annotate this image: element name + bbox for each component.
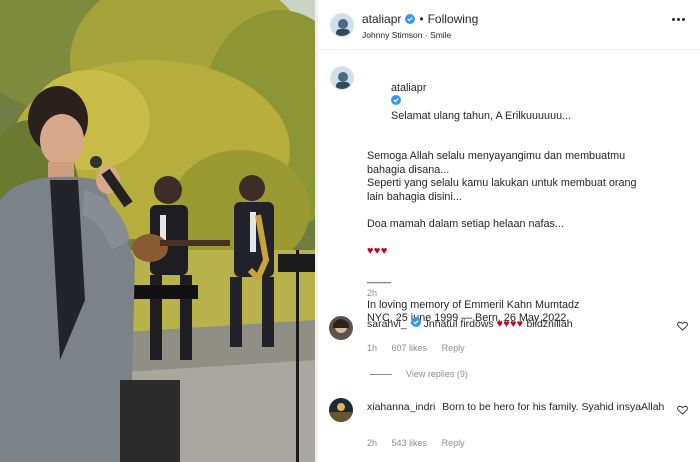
comment-hearts: ♥♥♥♥ xyxy=(496,318,524,330)
comment-time[interactable]: 2h xyxy=(367,438,377,448)
post-media[interactable] xyxy=(0,0,315,462)
caption-username[interactable]: ataliapr xyxy=(391,82,426,94)
author-line: ataliapr • Following xyxy=(362,12,478,26)
comment-text: sarahvi_ Jnnatul firdows ♥♥♥♥ biidznilla… xyxy=(367,317,667,331)
caption-rule: ____ xyxy=(367,271,392,284)
caption-timestamp[interactable]: 2h xyxy=(367,288,377,298)
view-replies-button[interactable]: View replies (9) xyxy=(370,369,468,379)
author-avatar[interactable] xyxy=(330,13,354,37)
caption-avatar[interactable] xyxy=(330,66,354,90)
comment-body: Jnnatul firdows xyxy=(423,318,494,330)
replies-line xyxy=(370,373,392,375)
verified-badge-icon xyxy=(410,317,421,327)
reply-button[interactable]: Reply xyxy=(442,438,465,448)
video-frame-image xyxy=(0,0,315,462)
caption-line: Doa mamah dalam setiap helaan nafas... xyxy=(367,217,564,230)
caption-line: bahagia disana... xyxy=(367,163,450,176)
verified-badge-icon xyxy=(405,14,416,24)
comment-likes[interactable]: 543 likes xyxy=(392,438,428,448)
audio-attribution[interactable]: Johnny Stimson · Smile xyxy=(362,30,451,40)
caption-line: lain bahagia disini... xyxy=(367,190,462,203)
comment-username[interactable]: sarahvi_ xyxy=(367,318,407,330)
following-button[interactable]: Following xyxy=(428,12,479,26)
comment-username[interactable]: xiahanna_indri xyxy=(367,401,435,413)
comment-meta: 1h 607 likes Reply xyxy=(367,343,477,353)
caption-line: Semoga Allah selalu menyayangimu dan mem… xyxy=(367,150,626,162)
view-replies-label: View replies (9) xyxy=(406,369,468,379)
commenter-avatar[interactable] xyxy=(329,398,353,422)
caption-text: ataliapr Selamat ulang tahun, A Erilkuuu… xyxy=(367,68,687,326)
caption-hearts: ♥♥♥ xyxy=(367,244,388,257)
heart-outline-icon[interactable] xyxy=(677,405,688,415)
comment-text: xiahanna_indri Born to be hero for his f… xyxy=(367,400,667,414)
comment-likes[interactable]: 607 likes xyxy=(392,343,428,353)
more-options-icon[interactable] xyxy=(672,14,688,24)
reply-button[interactable]: Reply xyxy=(442,343,465,353)
verified-badge-icon xyxy=(391,95,401,105)
caption-line: In loving memory of Emmeril Kahn Mumtadz xyxy=(367,298,580,311)
caption-line: Seperti yang selalu kamu lakukan untuk m… xyxy=(367,177,637,189)
heart-outline-icon[interactable] xyxy=(677,321,688,331)
comment-time[interactable]: 1h xyxy=(367,343,377,353)
comment-body: Born to be hero for his family. Syahid i… xyxy=(442,401,665,413)
comment-body-end: biidznillah xyxy=(526,318,573,330)
commenter-avatar[interactable] xyxy=(329,316,353,340)
caption-line: Selamat ulang tahun, A Erilkuuuuuu... xyxy=(391,109,572,122)
comment-meta: 2h 543 likes Reply xyxy=(367,438,477,448)
post-side-panel: ataliapr • Following Johnny Stimson · Sm… xyxy=(318,0,700,462)
author-username[interactable]: ataliapr xyxy=(362,12,401,26)
separator-dot: • xyxy=(419,12,424,26)
post-header: ataliapr • Following Johnny Stimson · Sm… xyxy=(318,0,700,50)
